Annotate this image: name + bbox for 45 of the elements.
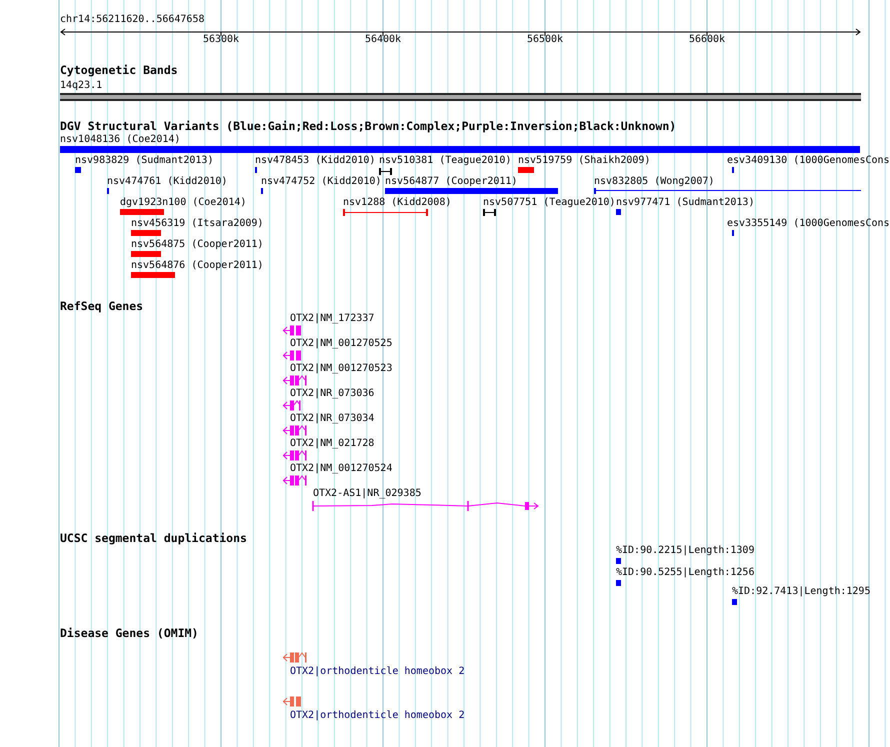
gene-label: OTX2|orthodenticle homeobox 2 <box>290 666 465 678</box>
scale-tick-label: 56400k <box>364 34 402 46</box>
gene-label: OTX2|NR_073036 <box>290 388 374 400</box>
feature-label: nsv977471 (Sudmant2013) <box>616 197 754 209</box>
feature-label: %ID:90.2215|Length:1309 <box>616 545 754 557</box>
feature-label: nsv983829 (Sudmant2013) <box>75 155 214 167</box>
band-label: 14q23.1 <box>60 80 102 92</box>
gene-label: OTX2|orthodenticle homeobox 2 <box>290 710 465 722</box>
feature-label: nsv507751 (Teague2010) <box>483 197 616 209</box>
feature-label: %ID:92.7413|Length:1295 <box>732 586 870 598</box>
feature-label: esv3355149 (1000GenomesCons <box>727 218 890 230</box>
track-title: Disease Genes (OMIM) <box>60 626 198 640</box>
duplication-bar <box>616 580 621 586</box>
feature-label: nsv474752 (Kidd2010) <box>261 176 382 188</box>
feature-label: nsv510381 (Teague2010) <box>379 155 512 167</box>
scale-tick-label: 56500k <box>526 34 564 46</box>
duplication-bar <box>616 558 621 564</box>
gene-label: OTX2|NM_021728 <box>290 438 374 450</box>
scale-tick-label: 56300k <box>202 34 240 46</box>
gene-label: OTX2|NM_001270525 <box>290 338 392 350</box>
gene-label: OTX2|NM_001270524 <box>290 463 392 475</box>
feature-label: nsv832805 (Wong2007) <box>594 176 714 188</box>
feature-label: nsv474761 (Kidd2010) <box>107 176 228 188</box>
track-title: Cytogenetic Bands <box>60 63 178 77</box>
feature-label: nsv564877 (Cooper2011) <box>385 176 518 188</box>
gene-label: OTX2|NM_172337 <box>290 313 374 325</box>
feature-label: nsv1048136 (Coe2014) <box>60 134 180 146</box>
feature-label: nsv564876 (Cooper2011) <box>131 260 264 272</box>
gene-label: OTX2-AS1|NR_029385 <box>313 488 422 500</box>
gene-label: OTX2|NR_073034 <box>290 413 374 425</box>
gene-label: OTX2|NM_001270523 <box>290 363 392 375</box>
feature-label: dgv1923n100 (Coe2014) <box>120 197 246 209</box>
track-title: UCSC segmental duplications <box>60 531 247 545</box>
chromosome-position: chr14:56211620..56647658 <box>60 14 204 26</box>
feature-label: esv3409130 (1000GenomesCons <box>727 155 890 167</box>
track-title: DGV Structural Variants (Blue:Gain;Red:Loss;Brown:Complex;Purple:Inversion;Black:Unknown) <box>60 119 676 133</box>
feature-label: nsv519759 (Shaikh2009) <box>518 155 650 167</box>
feature-label: nsv1288 (Kidd2008) <box>343 197 452 209</box>
scale-tick-label: 56600k <box>688 34 726 46</box>
feature-label: nsv456319 (Itsara2009) <box>131 218 264 230</box>
track-title: RefSeq Genes <box>60 299 144 313</box>
feature-label: %ID:90.5255|Length:1256 <box>616 567 754 579</box>
feature-label: nsv478453 (Kidd2010) <box>255 155 376 167</box>
duplication-bar <box>732 599 737 605</box>
feature-label: nsv564875 (Cooper2011) <box>131 239 264 251</box>
